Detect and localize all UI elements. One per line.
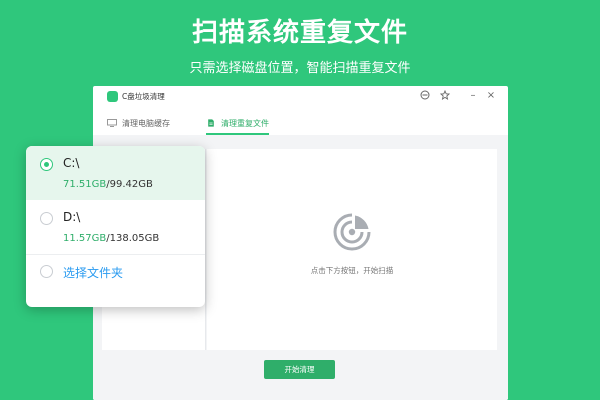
app-title: C盘垃圾清理 [122,92,165,101]
scan-panel: 点击下方按钮，开始扫描 [207,149,497,350]
start-clean-button[interactable]: 开始清理 [264,360,335,379]
document-icon [208,119,214,127]
headline: 扫描系统重复文件 [191,18,408,48]
skin-icon[interactable] [439,89,451,102]
subheadline: 只需选择磁盘位置，智能扫描重复文件 [189,61,411,76]
close-icon[interactable]: × [485,90,497,102]
drive-name: C:\ [63,156,80,170]
tab-label: 清理电脑缓存 [122,118,170,128]
drive-used: 11.57GB [63,233,107,244]
title-bar: C盘垃圾清理 – × [93,86,508,108]
select-folder-link[interactable]: 选择文件夹 [63,264,123,281]
monitor-icon [107,119,117,127]
tab-bar: 清理电脑缓存 清理重复文件 [93,112,508,135]
drive-selector-popup: C:\ 71.51GB/99.42GB D:\ 11.57GB/138.05GB… [26,146,205,307]
radio-button[interactable] [40,265,53,278]
drive-name: D:\ [63,210,81,224]
radio-button[interactable] [40,212,53,225]
tab-label: 清理重复文件 [221,118,269,128]
app-logo-icon [107,91,118,102]
drive-option-d[interactable]: D:\ 11.57GB/138.05GB [26,200,205,254]
drive-size: 11.57GB/138.05GB [63,233,159,244]
settings-icon[interactable] [419,90,431,102]
drive-size: 71.51GB/99.42GB [63,179,153,190]
divider [26,254,205,255]
radar-scan-icon [333,213,371,251]
drive-total: 99.42GB [109,179,153,190]
minimize-icon[interactable]: – [467,90,479,102]
drive-option-c[interactable]: C:\ 71.51GB/99.42GB [26,146,205,200]
drive-used: 71.51GB [63,179,107,190]
tab-clean-duplicates[interactable]: 清理重复文件 [206,112,269,135]
tab-clean-cache[interactable]: 清理电脑缓存 [107,112,170,134]
radio-button-checked[interactable] [40,158,53,171]
drive-total: 138.05GB [109,233,160,244]
scan-hint: 点击下方按钮，开始扫描 [310,266,394,275]
